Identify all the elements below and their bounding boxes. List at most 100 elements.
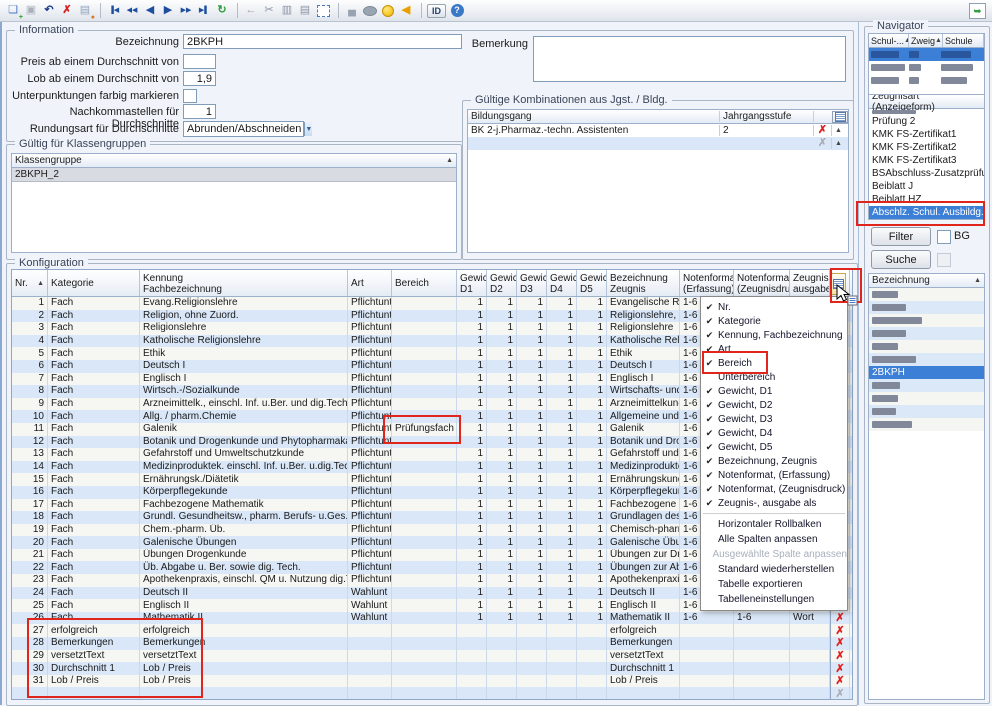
- table-row-empty[interactable]: ✗: [12, 687, 852, 700]
- column-header-bereich[interactable]: Bereich: [392, 270, 457, 296]
- prev-record-icon[interactable]: ◀: [142, 3, 158, 19]
- bezeichnung-item[interactable]: [869, 405, 984, 418]
- zeugnisart-item[interactable]: BSAbschluss-Zusatzprüfung: [869, 167, 984, 180]
- zeugnisart-item[interactable]: KMK FS-Zertifikat1: [869, 128, 984, 141]
- bemerkung-textarea[interactable]: [533, 36, 846, 82]
- delete-row-icon[interactable]: ✗: [835, 689, 844, 699]
- column-header-kennung[interactable]: KennungFachbezeichnung: [140, 270, 348, 296]
- horn-icon[interactable]: ◀: [398, 3, 414, 19]
- menu-item[interactable]: ✔Gewicht, D5: [701, 440, 847, 454]
- table-row[interactable]: BK 2-j.Pharmaz.-techn. Assistenten2✗▲: [468, 124, 848, 137]
- unterpunktungen-checkbox[interactable]: [183, 89, 197, 103]
- menu-item[interactable]: ✔Gewicht, D2: [701, 398, 847, 412]
- new-record-icon[interactable]: ❏+: [5, 3, 21, 19]
- next-fast-icon[interactable]: ▶▶: [178, 3, 194, 19]
- menu-item[interactable]: ✔Gewicht, D4: [701, 426, 847, 440]
- menu-command[interactable]: Horizontaler Rollbalken: [701, 517, 847, 532]
- lob-ab-durchschnitt-field[interactable]: 1,9: [183, 71, 216, 86]
- zeugnisart-item[interactable]: Prüfung 2: [869, 115, 984, 128]
- bezeichnung-item[interactable]: [869, 340, 984, 353]
- school-row[interactable]: [869, 48, 984, 61]
- help-icon[interactable]: ?: [449, 3, 465, 19]
- table-row[interactable]: 29versetztTextversetztTextversetztText✗: [12, 650, 852, 663]
- delete-record-icon[interactable]: ✗: [59, 3, 75, 19]
- school-column-header[interactable]: Schul-...▲1: [869, 34, 909, 47]
- stamp-icon[interactable]: ▄: [344, 3, 360, 19]
- bezeichnung-item[interactable]: [869, 327, 984, 340]
- filter-button[interactable]: Filter: [871, 227, 931, 246]
- table-row[interactable]: 27erfolgreicherfolgreicherfolgreich✗: [12, 624, 852, 637]
- zeugnisart-item[interactable]: Beiblatt J: [869, 180, 984, 193]
- delete-row-icon[interactable]: ✗: [818, 125, 827, 136]
- chevron-down-icon[interactable]: ▼: [304, 122, 312, 136]
- list-item[interactable]: 2BKPH_2: [12, 168, 456, 182]
- zeugnisart-item[interactable]: KMK FS-Zertifikat2: [869, 141, 984, 154]
- refresh-icon[interactable]: ↻: [214, 3, 230, 19]
- sort-asc-icon[interactable]: ▲: [974, 277, 981, 284]
- rundungsart-select[interactable]: Abrunden/Abschneiden▼: [183, 121, 304, 137]
- bezeichnung-item[interactable]: [869, 353, 984, 366]
- menu-item[interactable]: ✔Art: [701, 342, 847, 356]
- delete-row-icon[interactable]: ✗: [835, 664, 844, 674]
- delete-row-icon[interactable]: ✗: [835, 651, 844, 661]
- column-header-nfd[interactable]: Notenformat(Zeugnisdruck): [734, 270, 790, 296]
- preview-icon[interactable]: [362, 3, 378, 19]
- menu-item[interactable]: ✔Notenformat, (Erfassung): [701, 468, 847, 482]
- column-header-nfe[interactable]: Notenformat(Erfassung): [680, 270, 734, 296]
- column-header-ausgabe[interactable]: Zeugnis-ausgabe: [790, 270, 830, 296]
- bezeichnung-item[interactable]: [869, 314, 984, 327]
- table-row[interactable]: 31Lob / PreisLob / PreisLob / Preis✗: [12, 675, 852, 688]
- school-row[interactable]: [869, 61, 984, 74]
- delete-row-icon[interactable]: ✗: [835, 638, 844, 648]
- bezeichnung-item[interactable]: [869, 301, 984, 314]
- menu-item[interactable]: Unterbereich: [701, 370, 847, 384]
- menu-item[interactable]: ✔Gewicht, D1: [701, 384, 847, 398]
- column-header-g1[interactable]: GewichtD1: [457, 270, 487, 296]
- column-header-zeugnis[interactable]: BezeichnungZeugnis: [607, 270, 680, 296]
- menu-item[interactable]: ✔Nr.: [701, 300, 847, 314]
- kombinationen-col-bildungsgang[interactable]: Bildungsgang: [468, 111, 720, 122]
- back-icon[interactable]: ←: [243, 3, 259, 19]
- select-region-icon[interactable]: [315, 3, 331, 19]
- next-record-icon[interactable]: ▶: [160, 3, 176, 19]
- bezeichnung-item[interactable]: [869, 379, 984, 392]
- delete-row-icon[interactable]: ✗: [818, 138, 827, 149]
- bezeichnung-list-header[interactable]: Bezeichnung ▲: [869, 274, 984, 288]
- prev-fast-icon[interactable]: ◀◀: [124, 3, 140, 19]
- delete-row-icon[interactable]: ✗: [835, 626, 844, 636]
- bezeichnung-item[interactable]: [869, 418, 984, 431]
- first-record-icon[interactable]: ▐◀: [106, 3, 122, 19]
- delete-row-icon[interactable]: ✗: [835, 676, 844, 686]
- menu-item[interactable]: ✔Kennung, Fachbezeichnung: [701, 328, 847, 342]
- table-row[interactable]: ✗▲: [468, 137, 848, 150]
- bezeichnung-item[interactable]: 2BKPH: [869, 366, 984, 379]
- table-row[interactable]: 30Durchschnitt 1Lob / PreisDurchschnitt …: [12, 662, 852, 675]
- copy-icon[interactable]: ▥: [279, 3, 295, 19]
- save-icon[interactable]: ▣: [23, 3, 39, 19]
- menu-command[interactable]: Standard wiederherstellen: [701, 562, 847, 577]
- detach-navigator-icon[interactable]: ➥: [969, 3, 986, 19]
- column-header-kategorie[interactable]: Kategorie: [48, 270, 140, 296]
- id-button[interactable]: ID: [427, 4, 446, 18]
- school-column-header[interactable]: Schule: [943, 34, 984, 47]
- menu-command[interactable]: Tabelleneinstellungen: [701, 592, 847, 607]
- school-table-header[interactable]: Schul-...▲1Zweig▲2Schule: [869, 34, 984, 48]
- menu-item[interactable]: ✔Gewicht, D3: [701, 412, 847, 426]
- cut-icon[interactable]: ✂: [261, 3, 277, 19]
- menu-item[interactable]: ✔Kategorie: [701, 314, 847, 328]
- menu-command[interactable]: Tabelle exportieren: [701, 577, 847, 592]
- school-row[interactable]: [869, 74, 984, 87]
- klassengruppen-header[interactable]: Klassengruppe ▲: [12, 154, 456, 168]
- bezeichnung-item[interactable]: [869, 392, 984, 405]
- column-header-nr[interactable]: Nr.▲: [12, 270, 48, 296]
- panel-splitter[interactable]: [858, 22, 859, 705]
- column-header-g2[interactable]: GewichtD2: [487, 270, 517, 296]
- menu-item[interactable]: ✔Notenformat, (Zeugnisdruck): [701, 482, 847, 496]
- column-header-g5[interactable]: GewichtD5: [577, 270, 607, 296]
- bg-checkbox[interactable]: [937, 230, 951, 244]
- kombinationen-column-chooser-button[interactable]: [832, 111, 848, 123]
- nachkommastellen-field[interactable]: 1: [183, 104, 216, 119]
- delete-row-icon[interactable]: ✗: [835, 613, 844, 623]
- scroll-up-icon[interactable]: ▲: [835, 127, 842, 134]
- menu-item[interactable]: ✔Zeugnis-, ausgabe als: [701, 496, 847, 510]
